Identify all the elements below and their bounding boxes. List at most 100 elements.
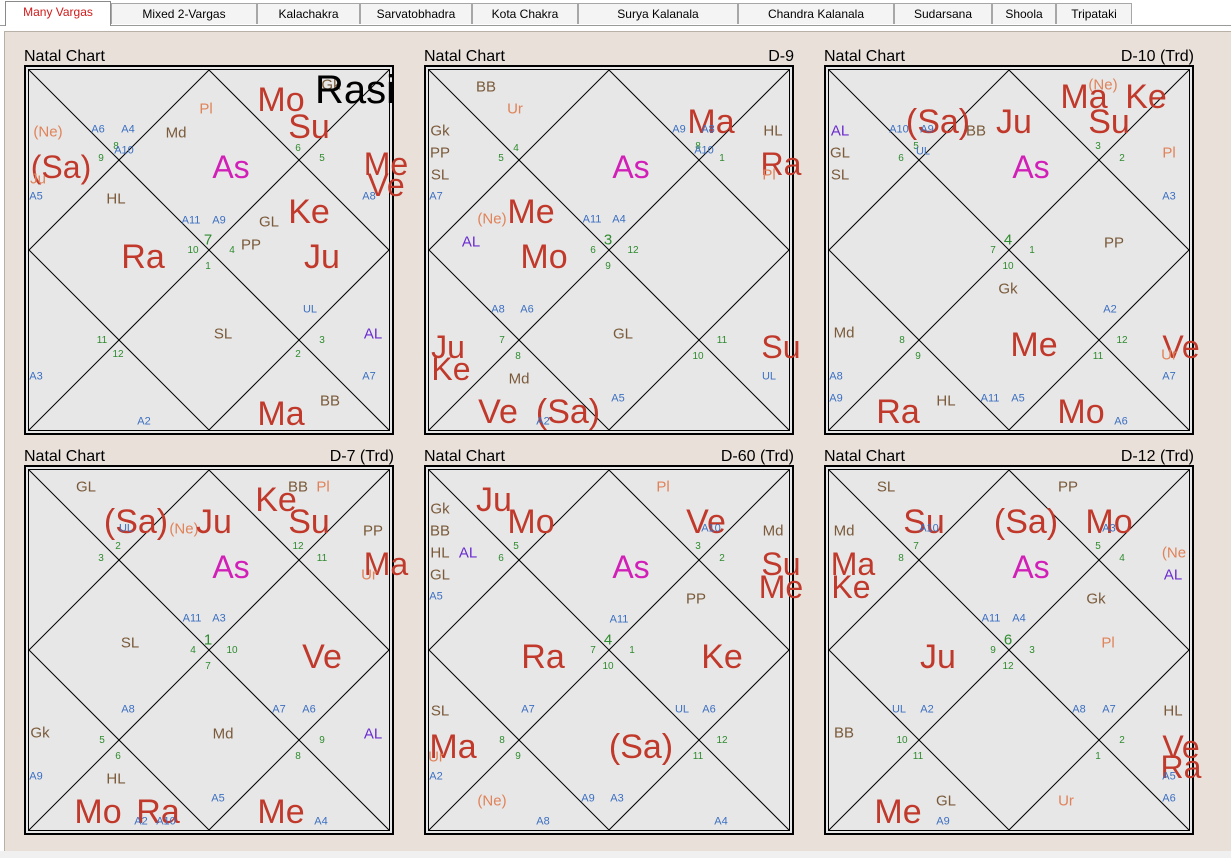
arudha-label: UL	[891, 703, 907, 716]
chart-panel: Natal Chart D-60 (Trd) Pl Ju Mo Ve Gk BB A10 Md HL…	[424, 448, 803, 843]
planet-label: Ju	[196, 503, 232, 541]
planet-label: BB	[965, 122, 987, 140]
chart-panel: Natal Chart Gk Mo Pl Su (Ne) A6 A4 Md 8 A10 9 6 5 (Sa)…	[24, 48, 408, 443]
chart-diagram[interactable]: Gk Mo Pl Su (Ne) A6 A4 Md 8 A10 9 6 5 (Sa) As Me Ve Ju A5 H…	[24, 65, 408, 435]
arudha-label: A11	[181, 214, 201, 227]
house-number: 3	[319, 335, 325, 346]
planet-label: Gk	[430, 122, 450, 140]
planet-label: Ra	[521, 638, 565, 676]
arudha-label: A6	[702, 703, 716, 716]
arudha-label: UL	[302, 303, 318, 316]
planet-label: Pl	[316, 478, 330, 496]
planet-label: Md	[212, 725, 234, 743]
planet-label: Gk	[30, 724, 50, 742]
house-number: 12	[292, 541, 304, 552]
arudha-label: UL	[674, 703, 690, 716]
arudha-label: A6	[91, 123, 105, 136]
planet-label: AL	[1163, 566, 1183, 584]
chart-diagram[interactable]: SL PP Su (Sa) Mo Md A10 A3 7 8 5 4 (Ne Ma As AL Ke Gk A11 A…	[824, 465, 1201, 835]
chart-diagram[interactable]: GL BB Pl Ke (Sa) (Ne) Ju Su UL PP 2 3 12 11 As Ma Ur A11 A…	[24, 465, 408, 835]
house-number: 3	[1029, 645, 1035, 656]
arudha-label: A8	[829, 370, 843, 383]
tab-kota-chakra[interactable]: Kota Chakra	[472, 3, 578, 24]
tab-chandra-kalanala[interactable]: Chandra Kalanala	[738, 3, 894, 24]
house-number: 11	[96, 335, 108, 346]
planet-label: SL	[430, 702, 450, 720]
chart-diagram[interactable]: Pl Ju Mo Ve Gk BB A10 Md HL AL 5 6 3 2 As Su GL Me A5 PP A11…	[424, 465, 803, 835]
planet-label: BB	[429, 522, 451, 540]
house-number: 9	[319, 735, 325, 746]
house-number: 4	[603, 631, 613, 649]
chart-panel: Natal Chart D-10 (Trd) (Ne) Ma Ke (Sa) Ju Su AL A…	[824, 48, 1200, 443]
planet-label: As	[612, 149, 650, 185]
house-number: 1	[205, 261, 211, 272]
charts-area: Natal Chart Gk Mo Pl Su (Ne) A6 A4 Md 8 A10 9 6 5 (Sa)…	[4, 31, 1231, 858]
tab-mixed-2-vargas[interactable]: Mixed 2-Vargas	[111, 3, 257, 24]
house-number: 12	[627, 245, 639, 256]
house-number: 8	[295, 751, 301, 762]
house-number: 9	[98, 153, 104, 164]
house-number: 3	[695, 541, 701, 552]
chart-diagram[interactable]: BB Ur Ma A9 A8 HL Gk 4 PP 5 8 A10 1 As Ra Pl SL A7 (Ne) Me A…	[424, 65, 801, 435]
tab-shoola[interactable]: Shoola	[992, 3, 1056, 24]
planet-label: As	[212, 149, 250, 185]
planet-label: Md	[762, 522, 784, 540]
house-number: 5	[513, 541, 519, 552]
house-number: 11	[912, 751, 924, 762]
tab-sarvatobhadra[interactable]: Sarvatobhadra	[360, 3, 472, 24]
tab-surya-kalanala[interactable]: Surya Kalanala	[578, 3, 738, 24]
house-number: 7	[590, 645, 596, 656]
planet-label: (Sa)	[608, 728, 674, 766]
arudha-label: A3	[1102, 522, 1116, 535]
house-number: 1	[1029, 245, 1035, 256]
arudha-label: A7	[272, 703, 286, 716]
planet-label: AL	[461, 233, 481, 251]
arudha-label: A2	[536, 415, 550, 428]
arudha-label: A10	[694, 144, 714, 157]
house-number: 6	[498, 553, 504, 564]
planet-label: Ur	[1058, 792, 1074, 810]
house-number: 11	[316, 553, 328, 564]
planet-label: HL	[936, 392, 956, 410]
planet-label: Gk	[998, 280, 1018, 298]
house-number: 9	[605, 261, 611, 272]
division-label: D-10 (Trd)	[1120, 48, 1194, 65]
arudha-label: A11	[582, 213, 602, 226]
arudha-label: A7	[1102, 703, 1116, 716]
tab-many-vargas[interactable]: Many Vargas	[5, 1, 111, 26]
tab-kalachakra[interactable]: Kalachakra	[257, 3, 360, 24]
chart-diagram[interactable]: (Ne) Ma Ke (Sa) Ju Su AL A10 A9 BB 5 GL UL 6 3 2 Pl SL As A…	[824, 65, 1200, 435]
planet-label: BB	[833, 724, 855, 742]
house-number: 5	[99, 735, 105, 746]
planet-label: Ju	[304, 238, 340, 276]
planet-label: HL	[430, 544, 450, 562]
arudha-label: A9	[920, 123, 934, 136]
planet-label: Ke	[288, 193, 330, 231]
house-number: 5	[319, 153, 325, 164]
planet-label: HL	[106, 770, 126, 788]
arudha-label: A8	[121, 703, 135, 716]
tab-sudarsana[interactable]: Sudarsana	[894, 3, 992, 24]
planet-label: Ke	[831, 569, 871, 605]
house-number: 12	[716, 735, 728, 746]
tab-tripataki[interactable]: Tripataki	[1056, 3, 1132, 24]
planet-label: HL	[1163, 702, 1183, 720]
arudha-label: A6	[302, 703, 316, 716]
planet-label: SL	[213, 325, 233, 343]
planet-label: AL	[363, 725, 383, 743]
planet-label: PP	[1057, 478, 1079, 496]
chart-title: Natal Chart	[24, 448, 105, 465]
house-number: 10	[896, 735, 908, 746]
planet-label: GL	[935, 792, 957, 810]
planet-label: Su	[761, 329, 801, 365]
planet-label: Mo	[1057, 393, 1105, 431]
rasi-overlay-label: Rasi	[314, 68, 396, 112]
planet-label: SL	[876, 478, 896, 496]
arudha-label: A9	[29, 770, 43, 783]
arudha-label: UL	[118, 522, 134, 535]
arudha-label: A8	[1072, 703, 1086, 716]
planet-label: Ur	[1161, 346, 1177, 364]
arudha-label: A4	[121, 123, 135, 136]
house-number: 8	[898, 553, 904, 564]
house-number: 2	[295, 349, 301, 360]
